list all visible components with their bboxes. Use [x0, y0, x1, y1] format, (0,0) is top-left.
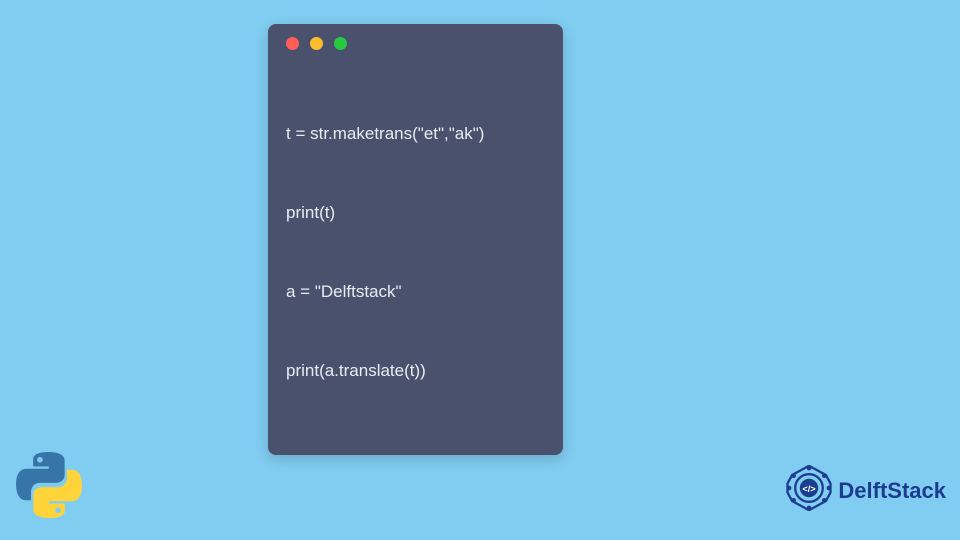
- window-titlebar: [268, 24, 563, 62]
- code-line: print(t): [286, 200, 545, 226]
- code-body: t = str.maketrans("et","ak") print(t) a …: [268, 62, 563, 437]
- delftstack-logo-text: DelftStack: [838, 478, 946, 504]
- code-line: print(a.translate(t)): [286, 358, 545, 384]
- delftstack-emblem-icon: </>: [786, 465, 832, 516]
- minimize-icon[interactable]: [310, 37, 323, 50]
- code-line: a = "Delftstack": [286, 279, 545, 305]
- close-icon[interactable]: [286, 37, 299, 50]
- code-window: t = str.maketrans("et","ak") print(t) a …: [268, 24, 563, 455]
- python-logo-icon: [14, 450, 84, 520]
- maximize-icon[interactable]: [334, 37, 347, 50]
- svg-text:</>: </>: [803, 484, 816, 494]
- delftstack-logo: </> DelftStack: [786, 465, 946, 516]
- code-line: t = str.maketrans("et","ak"): [286, 121, 545, 147]
